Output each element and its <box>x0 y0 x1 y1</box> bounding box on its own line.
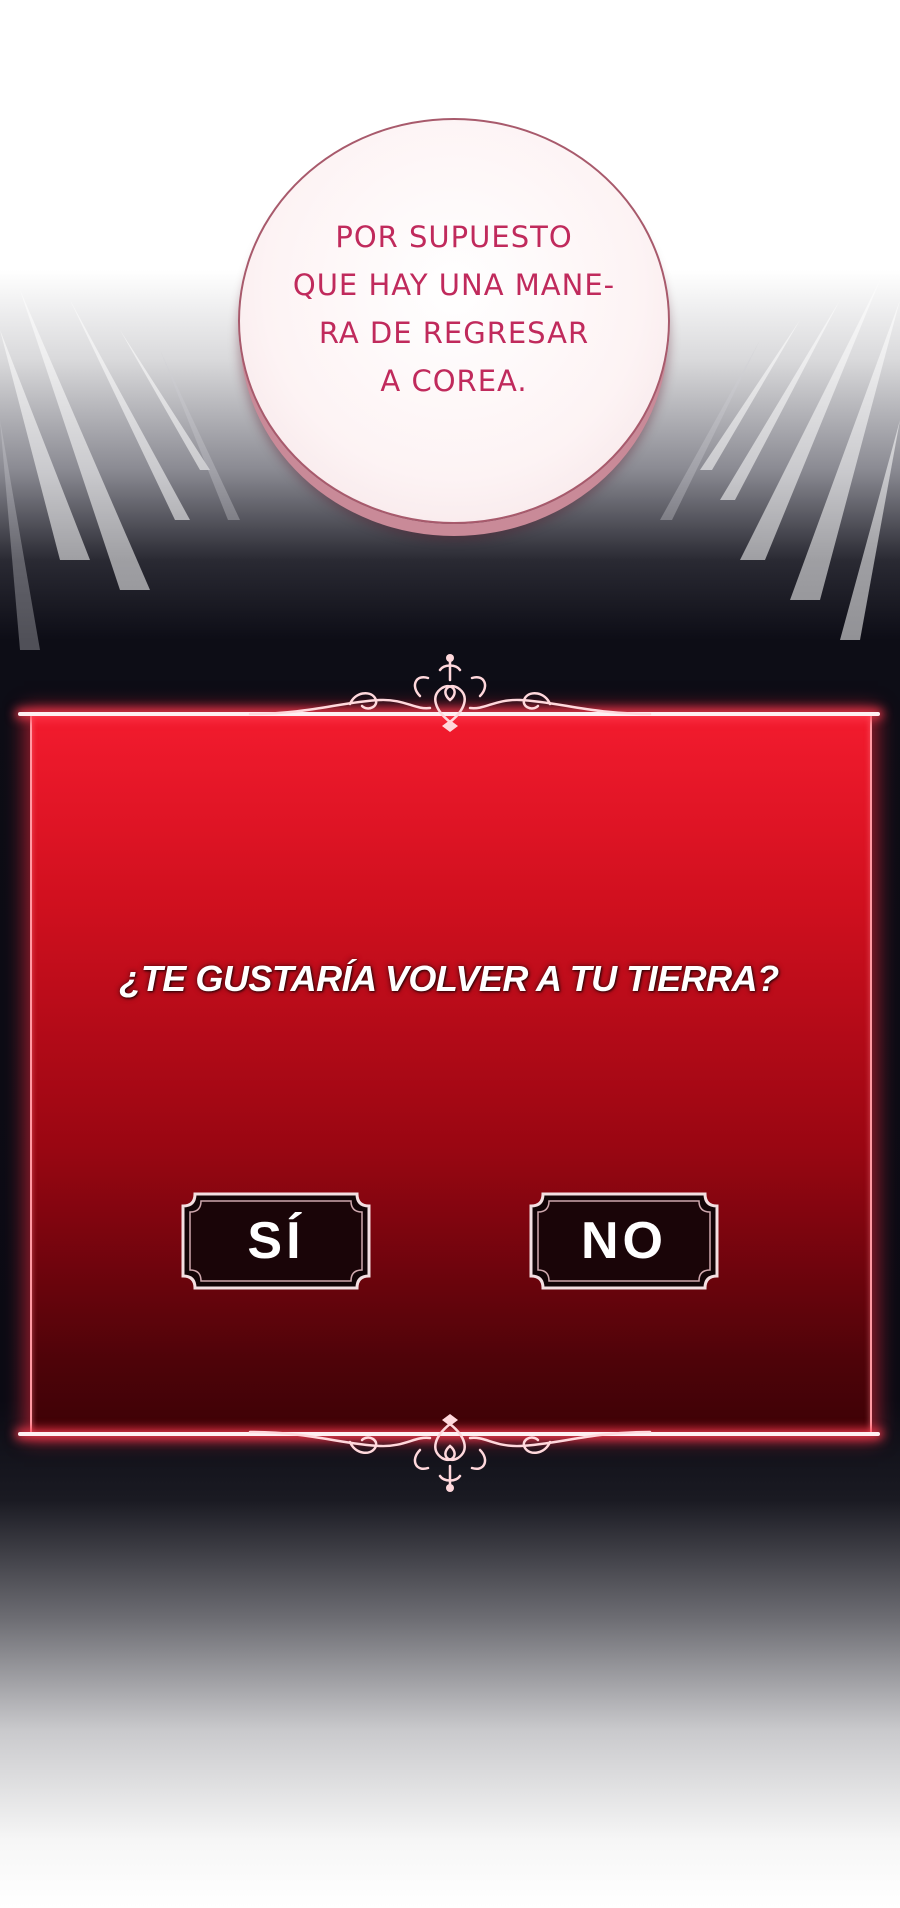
speech-line: QUE HAY UNA MANE- <box>292 268 616 302</box>
no-button[interactable]: NO <box>525 1188 723 1294</box>
speech-bubble: POR SUPUESTO QUE HAY UNA MANE- RA DE REG… <box>238 118 670 524</box>
no-button-label: NO <box>581 1212 667 1270</box>
speech-bubble-text: POR SUPUESTO QUE HAY UNA MANE- RA DE REG… <box>274 213 634 405</box>
speech-line: RA DE REGRESAR <box>318 316 590 350</box>
dialog-panel <box>30 714 872 1434</box>
ornament-top-icon <box>248 654 652 732</box>
speech-line: POR SUPUESTO <box>335 220 573 254</box>
dialog-question: ¿TE GUSTARÍA VOLVER A TU TIERRA? <box>119 958 779 999</box>
yes-button[interactable]: SÍ <box>177 1188 375 1294</box>
yes-button-label: SÍ <box>247 1212 305 1270</box>
speech-line: A COREA. <box>380 364 528 398</box>
ornament-bottom-icon <box>248 1414 652 1492</box>
